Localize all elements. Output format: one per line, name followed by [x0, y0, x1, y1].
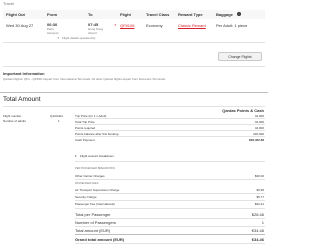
cash-payment-value: $28,462.68 — [248, 138, 264, 142]
change-flights-button[interactable]: Change Flights — [218, 52, 262, 61]
grand-total-label: Grand total amount (EUR) — [75, 237, 125, 242]
grand-total-value: €34.46 — [251, 237, 264, 242]
divider — [75, 118, 265, 119]
fee-section-label: PASSENGER FEES — [75, 182, 99, 185]
operated-by-note: Flight details operated by — [62, 36, 96, 40]
total-value: €34.46 — [251, 228, 264, 233]
total-label: Number of Passengers — [75, 220, 116, 225]
total-value: $28.46 — [251, 212, 264, 217]
cash-payment-label: Cash Payment — [75, 138, 95, 142]
arrive-sub: Airport — [88, 31, 97, 35]
adults-value: 1 — [58, 119, 60, 123]
col-from: From — [47, 12, 57, 17]
fee-label: Other Carrier Charges — [75, 174, 105, 178]
fee-label: Security Charge — [75, 195, 97, 199]
divider — [75, 208, 265, 209]
fee-value: $0.96 — [256, 188, 264, 192]
divider — [75, 226, 265, 227]
depart-sub: Aéroport — [47, 31, 59, 35]
chevron-down-icon[interactable]: ▾ — [75, 154, 77, 158]
flight-date: Wed 30 Aug 27 — [6, 23, 34, 28]
fee-value: $32.41 — [254, 202, 264, 206]
flight-number-link[interactable]: QF8106 — [120, 23, 134, 28]
divider — [3, 66, 265, 67]
important-info-heading: Important Information — [3, 71, 45, 76]
divider — [75, 243, 265, 244]
fee-value: $30.00 — [254, 174, 264, 178]
reward-type-link[interactable]: Classic Reward — [178, 23, 206, 28]
breakdown-toggle[interactable]: Flight amount breakdown — [80, 154, 114, 158]
points-cash-header: Qantas Points & Cash — [222, 108, 264, 113]
col-to: To — [88, 12, 93, 17]
divider — [75, 179, 265, 180]
divider — [75, 218, 265, 219]
info-icon[interactable]: i — [237, 12, 241, 16]
col-baggage: Baggage — [216, 12, 233, 17]
divider — [75, 200, 265, 201]
travel-class: Economy — [146, 23, 163, 28]
adults-label: Number of adults — [3, 119, 26, 123]
fee-label: Air Transport Supervision Charge — [75, 188, 120, 192]
total-amount-heading: Total Amount — [3, 96, 41, 103]
divider — [75, 124, 265, 125]
divider — [75, 136, 265, 137]
top-label: Travel — [3, 1, 14, 6]
divider — [75, 130, 265, 131]
fee-label: Passenger Fee (International) — [75, 202, 115, 206]
divider — [75, 234, 265, 235]
fee-value: $5.77 — [256, 195, 264, 199]
divider — [3, 106, 265, 107]
breakdown-subheading: PER PASSENGER BREAKDOWN — [75, 167, 115, 170]
total-label: Total amount (EUR) — [75, 228, 111, 233]
col-flight: Flight — [120, 12, 131, 17]
divider — [3, 42, 265, 43]
divider — [75, 193, 265, 194]
col-flight-out: Flight Out — [6, 12, 25, 17]
total-value: 1 — [261, 220, 264, 225]
divider — [75, 161, 265, 162]
flight-number-value: Q1AU/E4 — [50, 114, 63, 118]
col-travel-class: Travel Class — [146, 12, 170, 17]
section-divider — [0, 92, 268, 93]
flight-number-label: Flight number — [3, 114, 22, 118]
airline-logo-icon: ✈ — [114, 23, 117, 27]
baggage-allowance: Per Adult: 1 piece — [216, 23, 248, 28]
total-label: Total per Passenger — [75, 212, 111, 217]
col-reward-type: Reward Type — [178, 12, 203, 17]
plane-icon: ✈ — [57, 36, 60, 40]
important-info-text: Qantas Flights: QF1 - QF399: Depart from… — [3, 77, 166, 81]
